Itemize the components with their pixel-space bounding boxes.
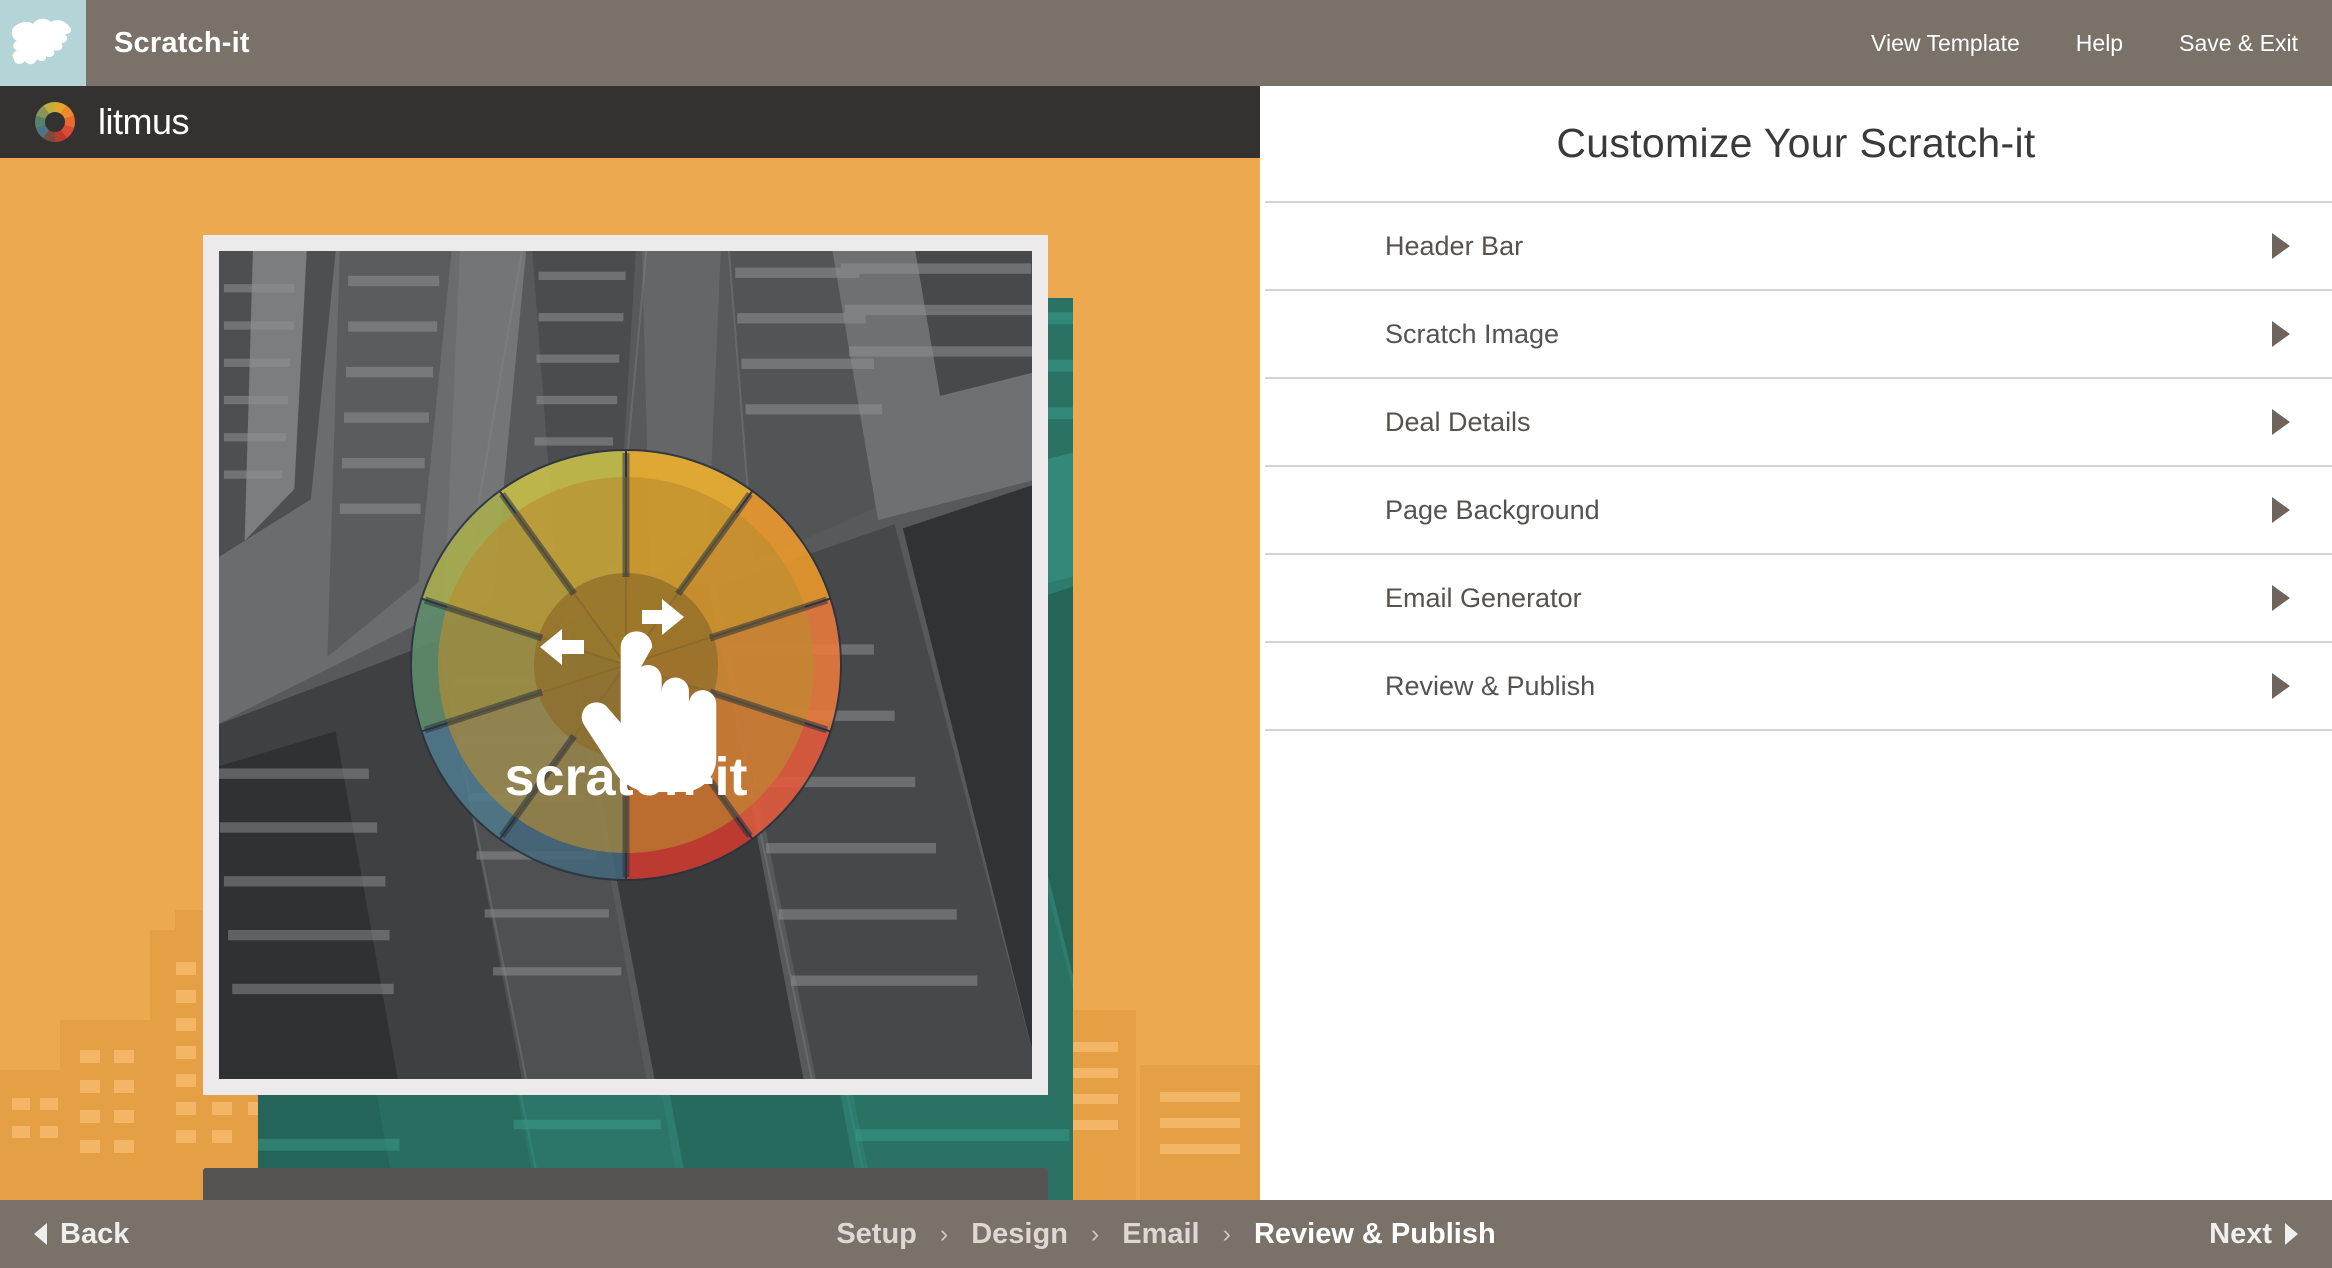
accordion-item-page-background[interactable]: Page Background (1265, 467, 2332, 555)
accordion-list: Header Bar Scratch Image Deal Details Pa… (1265, 201, 2332, 731)
page-title: Scratch-it (114, 26, 250, 59)
wheel-label: scratch-it (504, 747, 747, 807)
accordion-item-deal-details[interactable]: Deal Details (1265, 379, 2332, 467)
accordion-item-header-bar[interactable]: Header Bar (1265, 203, 2332, 291)
email-preview-canvas: scratch-it Sign up! (0, 158, 1260, 1200)
next-button-label: Next (2209, 1217, 2272, 1250)
view-template-link[interactable]: View Template (1871, 30, 2020, 57)
accordion-label: Review & Publish (1385, 670, 1596, 701)
litmus-pinwheel-icon (35, 101, 75, 143)
breadcrumb-separator: › (939, 1219, 949, 1248)
scratch-wheel[interactable]: scratch-it (376, 415, 876, 915)
accordion-item-email-generator[interactable]: Email Generator (1265, 555, 2332, 643)
accordion-label: Scratch Image (1385, 318, 1560, 349)
chevron-right-icon (2272, 321, 2290, 347)
chevron-right-icon (2272, 673, 2290, 699)
accordion-label: Deal Details (1385, 406, 1531, 437)
breadcrumb-step-design[interactable]: Design (954, 1218, 1085, 1251)
sign-up-button[interactable]: Sign up! (203, 1168, 1048, 1200)
chevron-right-icon (2272, 233, 2290, 259)
next-button[interactable]: Next (2209, 1218, 2298, 1251)
chevron-right-icon (2272, 585, 2290, 611)
arrow-left-icon (34, 1223, 47, 1245)
customize-panel-title: Customize Your Scratch-it (1556, 120, 2036, 166)
breadcrumb-step-setup[interactable]: Setup (819, 1218, 934, 1251)
accordion-label: Page Background (1385, 494, 1600, 525)
help-link[interactable]: Help (2076, 30, 2123, 57)
wizard-footer: Back Setup › Design › Email › Review & P… (0, 1200, 2332, 1268)
accordion-label: Header Bar (1385, 230, 1524, 261)
scratch-image-photo: scratch-it (219, 251, 1032, 1079)
save-and-exit-link[interactable]: Save & Exit (2179, 30, 2298, 57)
top-app-bar: Scratch-it View Template Help Save & Exi… (0, 0, 2332, 86)
chevron-right-icon (2272, 409, 2290, 435)
scratch-splash-icon[interactable] (0, 0, 86, 86)
litmus-brand-bar: litmus (0, 86, 1260, 158)
chevron-right-icon (2272, 497, 2290, 523)
customize-panel: Customize Your Scratch-it Header Bar Scr… (1260, 86, 2332, 1200)
breadcrumb-separator: › (1090, 1219, 1100, 1248)
litmus-wordmark: litmus (98, 101, 190, 142)
breadcrumb-step-review-publish[interactable]: Review & Publish (1237, 1218, 1513, 1251)
back-button[interactable]: Back (34, 1218, 129, 1251)
accordion-label: Email Generator (1385, 582, 1582, 613)
accordion-item-review-publish[interactable]: Review & Publish (1265, 643, 2332, 731)
scratch-image-frame[interactable]: scratch-it (203, 235, 1048, 1095)
breadcrumb: Setup › Design › Email › Review & Publis… (819, 1218, 1512, 1251)
back-button-label: Back (60, 1217, 130, 1250)
top-navigation: View Template Help Save & Exit (1815, 30, 2332, 57)
arrow-right-icon (2285, 1223, 2298, 1245)
accordion-item-scratch-image[interactable]: Scratch Image (1265, 291, 2332, 379)
app-root: Scratch-it View Template Help Save & Exi… (0, 0, 2332, 1268)
breadcrumb-separator: › (1222, 1219, 1231, 1248)
breadcrumb-step-email[interactable]: Email (1105, 1218, 1216, 1251)
